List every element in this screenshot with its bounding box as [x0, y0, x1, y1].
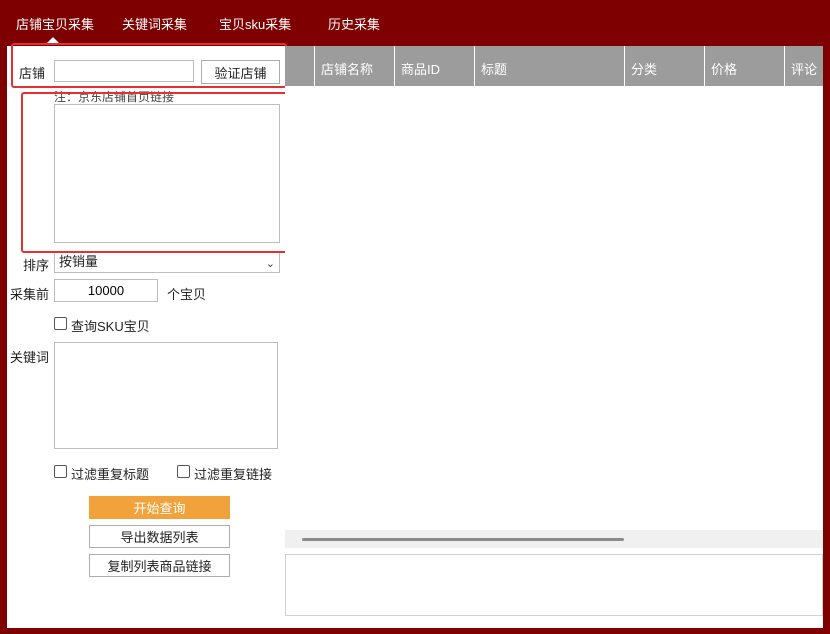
start-query-button[interactable]: 开始查询 — [89, 496, 230, 519]
log-output-box[interactable] — [285, 554, 823, 616]
shop-link-note: 注：京东店铺首页链接 — [54, 90, 175, 104]
shop-input[interactable] — [54, 60, 194, 82]
sort-selected-value: 按销量 — [59, 254, 99, 269]
column-shop-name[interactable]: 店铺名称 — [314, 46, 395, 86]
shop-links-textarea[interactable] — [54, 104, 280, 243]
horizontal-scrollbar[interactable] — [285, 530, 823, 548]
control-panel: 店铺 验证店铺 注：京东店铺首页链接 排序 按销量 ⌄ 采集前 个宝贝 查询SK… — [7, 43, 291, 628]
sort-select[interactable]: 按销量 ⌄ — [54, 251, 280, 273]
export-data-button[interactable]: 导出数据列表 — [89, 525, 230, 548]
top-tab-bar: 店铺宝贝采集 关键词采集 宝贝sku采集 历史采集 — [0, 0, 830, 46]
collect-count-input[interactable] — [54, 279, 158, 302]
filter-duplicate-title-label: 过滤重复标题 — [71, 467, 150, 482]
sort-label: 排序 — [23, 258, 50, 273]
filter-duplicate-link-checkbox[interactable] — [177, 465, 190, 478]
column-title[interactable]: 标题 — [474, 46, 625, 86]
tab-sku[interactable]: 宝贝sku采集 — [219, 14, 291, 33]
keywords-textarea[interactable] — [54, 342, 278, 449]
chevron-down-icon: ⌄ — [265, 258, 275, 270]
verify-shop-button[interactable]: 验证店铺 — [201, 60, 280, 84]
filter-duplicate-link-label: 过滤重复链接 — [194, 467, 273, 482]
tab-shop-items[interactable]: 店铺宝贝采集 — [16, 14, 94, 33]
sku-checkbox[interactable] — [54, 317, 67, 330]
column-category[interactable]: 分类 — [624, 46, 705, 86]
table-header: 店铺名称 商品ID 标题 分类 价格 评论 — [285, 46, 823, 86]
tab-keyword[interactable]: 关键词采集 — [122, 14, 187, 33]
tab-history[interactable]: 历史采集 — [328, 14, 380, 33]
results-panel: 店铺名称 商品ID 标题 分类 价格 评论 — [285, 46, 823, 628]
collect-count-unit: 个宝贝 — [167, 287, 207, 302]
keywords-label: 关键词 — [10, 350, 50, 365]
filter-duplicate-title-checkbox[interactable] — [54, 465, 67, 478]
copy-links-button[interactable]: 复制列表商品链接 — [89, 554, 230, 577]
active-tab-indicator-icon — [46, 37, 60, 44]
column-comments[interactable]: 评论 — [784, 46, 823, 86]
shop-label: 店铺 — [19, 66, 46, 81]
scrollbar-thumb[interactable] — [302, 538, 624, 541]
column-price[interactable]: 价格 — [704, 46, 785, 86]
sku-checkbox-label: 查询SKU宝贝 — [71, 319, 150, 334]
column-item-id[interactable]: 商品ID — [394, 46, 475, 86]
collect-count-label: 采集前 — [10, 287, 50, 302]
